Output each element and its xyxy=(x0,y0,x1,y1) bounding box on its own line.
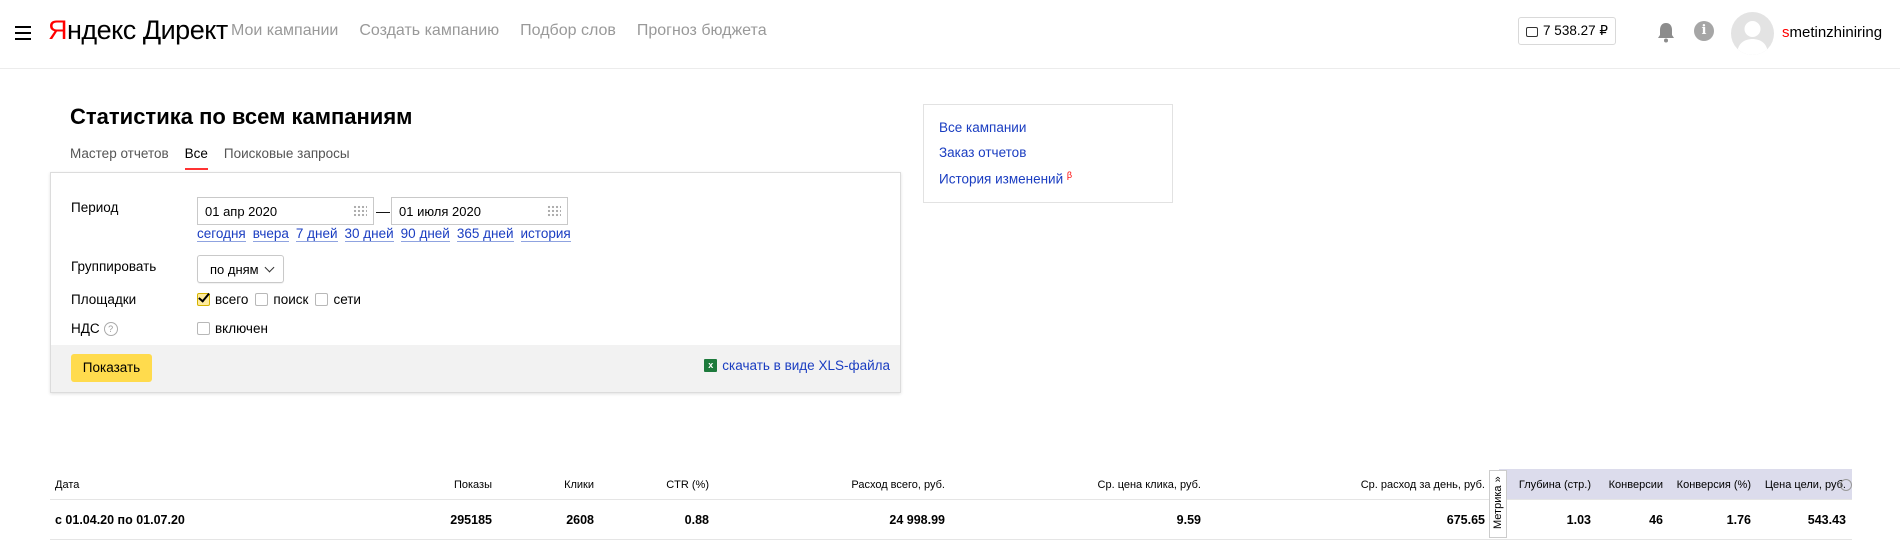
platform-search-label: поиск xyxy=(273,292,309,307)
nav-budget-forecast[interactable]: Прогноз бюджета xyxy=(637,22,767,40)
cell-impressions: 295185 xyxy=(450,513,492,527)
xls-download[interactable]: x скачать в виде XLS-файла xyxy=(704,358,890,373)
table-header: Дата Показы Клики CTR (%) Расход всего, … xyxy=(50,469,1852,500)
top-header: Яндекс Директ Мои кампании Создать кампа… xyxy=(0,0,1900,69)
balance-amount: 7 538.27 ₽ xyxy=(1543,23,1608,38)
period-30-days-link[interactable]: 30 дней xyxy=(344,227,394,242)
avatar[interactable] xyxy=(1731,12,1774,55)
change-history-link[interactable]: История изменений β xyxy=(939,170,1157,187)
main-nav: Мои кампании Создать кампанию Подбор сло… xyxy=(231,22,788,40)
user-silhouette-icon xyxy=(1737,21,1768,55)
tab-search-queries[interactable]: Поисковые запросы xyxy=(224,146,350,170)
nav-keyword-selection[interactable]: Подбор слов xyxy=(520,22,616,40)
report-order-link[interactable]: Заказ отчетов xyxy=(939,145,1157,160)
platform-all-label: всего xyxy=(215,292,249,307)
excel-icon: x xyxy=(704,359,718,372)
table-row: с 01.04.20 по 01.07.20 295185 2608 0.88 … xyxy=(50,500,1852,540)
vat-included-checkbox[interactable] xyxy=(197,322,210,335)
platforms-options: всего поиск сети xyxy=(197,292,368,307)
logo[interactable]: Яндекс Директ xyxy=(48,15,228,46)
platform-all-checkbox[interactable] xyxy=(197,293,210,306)
date-to-input[interactable]: 01 июля 2020 xyxy=(391,197,568,225)
date-separator: — xyxy=(376,203,390,219)
filter-panel: Период 01 апр 2020 — 01 июля 2020 сегодн… xyxy=(50,172,901,393)
group-select[interactable]: по дням xyxy=(197,255,284,283)
period-7-days-link[interactable]: 7 дней xyxy=(295,227,338,242)
cell-date: с 01.04.20 по 01.07.20 xyxy=(55,513,185,527)
calendar-icon[interactable] xyxy=(353,205,367,217)
nav-my-campaigns[interactable]: Мои кампании xyxy=(231,22,338,40)
quick-periods: сегодня вчера 7 дней 30 дней 90 дней 365… xyxy=(197,227,578,242)
col-conversion-rate[interactable]: Конверсия (%) xyxy=(1677,479,1751,491)
cell-clicks: 2608 xyxy=(566,513,594,527)
col-avg-cpc[interactable]: Ср. цена клика, руб. xyxy=(1098,479,1201,491)
side-links: Все кампании Заказ отчетов История измен… xyxy=(923,104,1173,203)
wallet-icon xyxy=(1526,27,1539,37)
col-depth[interactable]: Глубина (стр.) xyxy=(1519,479,1591,491)
cell-ctr: 0.88 xyxy=(684,513,709,527)
vat-label: НДС? xyxy=(71,321,118,336)
report-tabs: Мастер отчетов Все Поисковые запросы xyxy=(70,146,366,170)
info-icon[interactable]: i xyxy=(1694,21,1714,41)
logo-sub: Директ xyxy=(142,15,228,45)
cell-avg-cpc: 9.59 xyxy=(1176,513,1201,527)
platform-networks-label: сети xyxy=(333,292,361,307)
logo-first-letter: Я xyxy=(48,15,68,45)
platform-search-checkbox[interactable] xyxy=(255,293,269,306)
help-icon[interactable]: ? xyxy=(103,322,118,336)
beta-badge: β xyxy=(1066,170,1073,180)
show-button[interactable]: Показать xyxy=(71,354,152,382)
menu-icon[interactable] xyxy=(15,26,31,40)
cell-total-cost: 24 998.99 xyxy=(889,513,945,527)
vat-included-label: включен xyxy=(215,321,268,336)
vat-option: включен xyxy=(197,321,275,336)
col-date[interactable]: Дата xyxy=(55,479,79,491)
col-total-cost[interactable]: Расход всего, руб. xyxy=(851,479,945,491)
period-label: Период xyxy=(71,200,119,215)
calendar-icon[interactable] xyxy=(547,205,561,217)
col-conversions[interactable]: Конверсии xyxy=(1609,479,1663,491)
col-impressions[interactable]: Показы xyxy=(454,479,492,491)
cell-depth: 1.03 xyxy=(1566,513,1591,527)
period-history-link[interactable]: история xyxy=(520,227,571,242)
xls-download-link[interactable]: скачать в виде XLS-файла xyxy=(722,358,890,373)
nav-create-campaign[interactable]: Создать кампанию xyxy=(359,22,499,40)
period-365-days-link[interactable]: 365 дней xyxy=(456,227,514,242)
cell-avg-daily-cost: 675.65 xyxy=(1446,513,1485,527)
panel-footer: Показать x скачать в виде XLS-файла xyxy=(51,345,900,392)
balance-button[interactable]: 7 538.27 ₽ xyxy=(1518,17,1616,45)
cell-conversions: 46 xyxy=(1649,513,1663,527)
logo-main-rest: ндекс xyxy=(67,15,136,45)
period-yesterday-link[interactable]: вчера xyxy=(252,227,289,242)
tab-all[interactable]: Все xyxy=(184,146,208,170)
metrika-toggle-tab[interactable]: Метрика » xyxy=(1489,470,1507,538)
cell-goal-cost: 543.43 xyxy=(1807,513,1846,527)
cell-conversion-rate: 1.76 xyxy=(1726,513,1751,527)
group-label: Группировать xyxy=(71,259,157,274)
all-campaigns-link[interactable]: Все кампании xyxy=(939,120,1157,135)
page-title: Статистика по всем кампаниям xyxy=(70,104,413,129)
tab-report-master[interactable]: Мастер отчетов xyxy=(70,146,169,170)
period-90-days-link[interactable]: 90 дней xyxy=(400,227,450,242)
period-today-link[interactable]: сегодня xyxy=(197,227,246,242)
bell-icon[interactable] xyxy=(1656,21,1676,43)
username[interactable]: smetinzhiniring xyxy=(1782,24,1882,41)
platforms-label: Площадки xyxy=(71,292,137,307)
col-avg-daily-cost[interactable]: Ср. расход за день, руб. xyxy=(1361,479,1485,491)
platform-networks-checkbox[interactable] xyxy=(315,293,329,306)
col-clicks[interactable]: Клики xyxy=(564,479,594,491)
chevron-down-icon xyxy=(264,262,275,273)
settings-icon[interactable] xyxy=(1840,479,1852,491)
col-ctr[interactable]: CTR (%) xyxy=(666,479,709,491)
col-goal-cost[interactable]: Цена цели, руб. xyxy=(1765,479,1846,491)
date-from-input[interactable]: 01 апр 2020 xyxy=(197,197,374,225)
